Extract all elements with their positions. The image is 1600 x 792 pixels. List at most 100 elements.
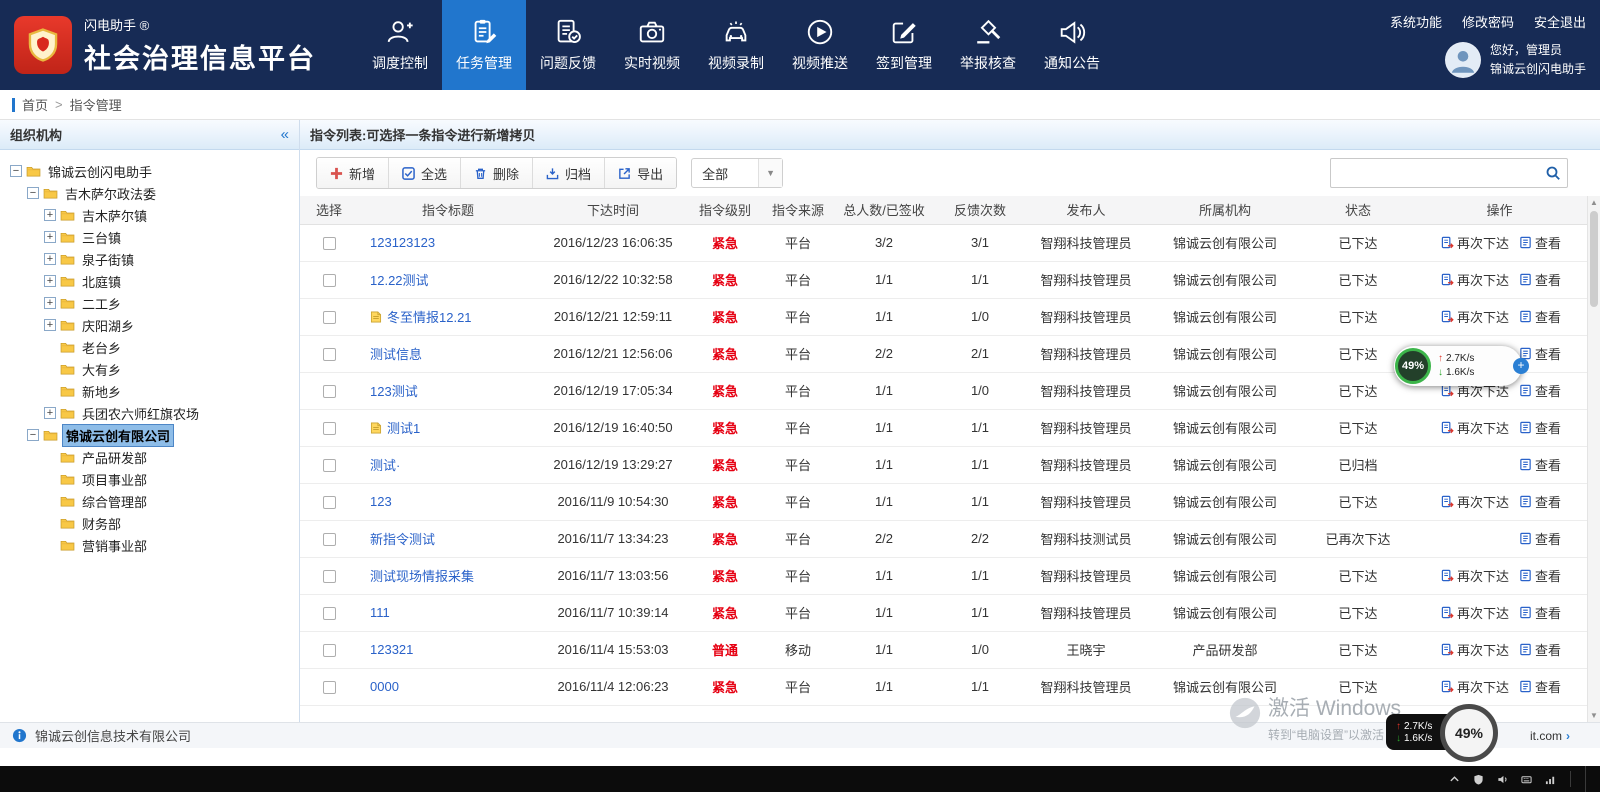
tree-node-label[interactable]: 吉木萨尔镇 [79,205,150,226]
tree-node-label[interactable]: 泉子街镇 [79,249,137,270]
tree-expand-toggle[interactable]: + [44,407,56,419]
row-checkbox[interactable] [323,348,336,361]
sidebar-collapse-icon[interactable]: « [281,126,289,143]
tree-node[interactable]: 财务部 [4,512,295,534]
nav-item-task-management[interactable]: 任务管理 [442,0,526,90]
resend-action[interactable]: 再次下达 [1441,566,1509,585]
view-action[interactable]: 查看 [1519,640,1561,659]
view-action[interactable]: 查看 [1519,492,1561,511]
command-title-link[interactable]: 0000 [370,679,399,694]
tray-speaker-icon[interactable] [1497,774,1508,785]
resend-action[interactable]: 再次下达 [1441,418,1509,437]
command-title-link[interactable]: 12.22测试 [370,273,429,288]
footer-right-link[interactable]: it.com › [1530,729,1570,743]
tree-node[interactable]: 大有乡 [4,358,295,380]
tree-node[interactable]: − 锦诚云创有限公司 [4,424,295,446]
view-action[interactable]: 查看 [1519,381,1561,400]
resend-action[interactable]: 再次下达 [1441,603,1509,622]
row-checkbox[interactable] [323,570,336,583]
view-action[interactable]: 查看 [1519,677,1561,696]
tree-node[interactable]: + 三台镇 [4,226,295,248]
tray-keyboard-icon[interactable] [1521,774,1532,785]
add-button[interactable]: 新增 [317,158,389,188]
monitor-expand-button[interactable]: + [1513,358,1529,374]
tray-chevron-up-icon[interactable] [1449,774,1460,785]
safe-logout-link[interactable]: 安全退出 [1534,12,1586,31]
view-action[interactable]: 查看 [1519,233,1561,252]
scroll-down-arrow[interactable]: ▼ [1588,709,1600,722]
view-action[interactable]: 查看 [1519,529,1561,548]
tree-node-label[interactable]: 三台镇 [79,227,124,248]
select-all-button[interactable]: 全选 [389,158,461,188]
command-title-link[interactable]: 123 [370,494,392,509]
command-title-link[interactable]: 123123123 [370,235,435,250]
view-action[interactable]: 查看 [1519,603,1561,622]
nav-item-notice-announcement[interactable]: 通知公告 [1030,0,1114,90]
system-functions-link[interactable]: 系统功能 [1390,12,1442,31]
nav-item-report-verification[interactable]: 举报核查 [946,0,1030,90]
avatar[interactable] [1445,42,1481,78]
row-checkbox[interactable] [323,459,336,472]
nav-item-live-video[interactable]: 实时视频 [610,0,694,90]
view-action[interactable]: 查看 [1519,418,1561,437]
command-title-link[interactable]: 测试现场情报采集 [370,569,474,584]
tree-expand-toggle[interactable]: + [44,319,56,331]
command-title-link[interactable]: 冬至情报12.21 [387,310,472,325]
view-action[interactable]: 查看 [1519,566,1561,585]
show-desktop-button[interactable] [1585,766,1590,792]
row-checkbox[interactable] [323,607,336,620]
tree-node-label[interactable]: 二工乡 [79,293,124,314]
tree-node-label[interactable]: 大有乡 [79,359,124,380]
row-checkbox[interactable] [323,385,336,398]
nav-item-video-recording[interactable]: 视频录制 [694,0,778,90]
tree-node-label[interactable]: 财务部 [79,513,124,534]
delete-button[interactable]: 删除 [461,158,533,188]
tree-node-label[interactable]: 综合管理部 [79,491,150,512]
filter-dropdown[interactable]: 全部 ▼ [691,158,783,188]
tree-node-label[interactable]: 锦诚云创有限公司 [62,424,174,447]
command-title-link[interactable]: 测试1 [387,421,420,436]
resend-action[interactable]: 再次下达 [1441,233,1509,252]
resend-action[interactable]: 再次下达 [1441,492,1509,511]
command-title-link[interactable]: 新指令测试 [370,532,435,547]
row-checkbox[interactable] [323,311,336,324]
command-title-link[interactable]: 111 [370,605,390,620]
tray-shield-icon[interactable] [1473,774,1484,785]
tree-collapse-toggle[interactable]: − [27,187,39,199]
tree-node[interactable]: − 吉木萨尔政法委 [4,182,295,204]
tree-node[interactable]: + 泉子街镇 [4,248,295,270]
network-monitor-popup[interactable]: 49% ↑ 2.7K/s ↓ 1.6K/s + [1394,346,1522,386]
export-button[interactable]: 导出 [605,158,676,188]
command-title-link[interactable]: 测试· [370,458,400,473]
tree-node-label[interactable]: 新地乡 [79,381,124,402]
nav-item-video-push[interactable]: 视频推送 [778,0,862,90]
tree-expand-toggle[interactable]: + [44,231,56,243]
search-icon[interactable] [1539,165,1567,181]
view-action[interactable]: 查看 [1519,307,1561,326]
tree-node-label[interactable]: 北庭镇 [79,271,124,292]
change-password-link[interactable]: 修改密码 [1462,12,1514,31]
tree-node[interactable]: 新地乡 [4,380,295,402]
tree-node-label[interactable]: 产品研发部 [79,447,150,468]
view-action[interactable]: 查看 [1519,270,1561,289]
command-title-link[interactable]: 123测试 [370,384,418,399]
tree-expand-toggle[interactable]: + [44,253,56,265]
resend-action[interactable]: 再次下达 [1441,307,1509,326]
tree-node-label[interactable]: 吉木萨尔政法委 [62,183,159,204]
tree-collapse-toggle[interactable]: − [27,429,39,441]
nav-item-issue-feedback[interactable]: 问题反馈 [526,0,610,90]
command-title-link[interactable]: 测试信息 [370,347,422,362]
row-checkbox[interactable] [323,644,336,657]
row-checkbox[interactable] [323,681,336,694]
nav-item-checkin-management[interactable]: 签到管理 [862,0,946,90]
view-action[interactable]: 查看 [1519,455,1561,474]
resend-action[interactable]: 再次下达 [1441,677,1509,696]
search-input[interactable] [1331,159,1539,187]
tree-node[interactable]: −锦诚云创闪电助手 [4,160,295,182]
nav-item-dispatch-control[interactable]: 调度控制 [358,0,442,90]
tree-node-label[interactable]: 老台乡 [79,337,124,358]
breadcrumb-home-link[interactable]: 首页 [22,95,48,114]
tree-node-label[interactable]: 项目事业部 [79,469,150,490]
tree-node[interactable]: +吉木萨尔镇 [4,204,295,226]
row-checkbox[interactable] [323,422,336,435]
